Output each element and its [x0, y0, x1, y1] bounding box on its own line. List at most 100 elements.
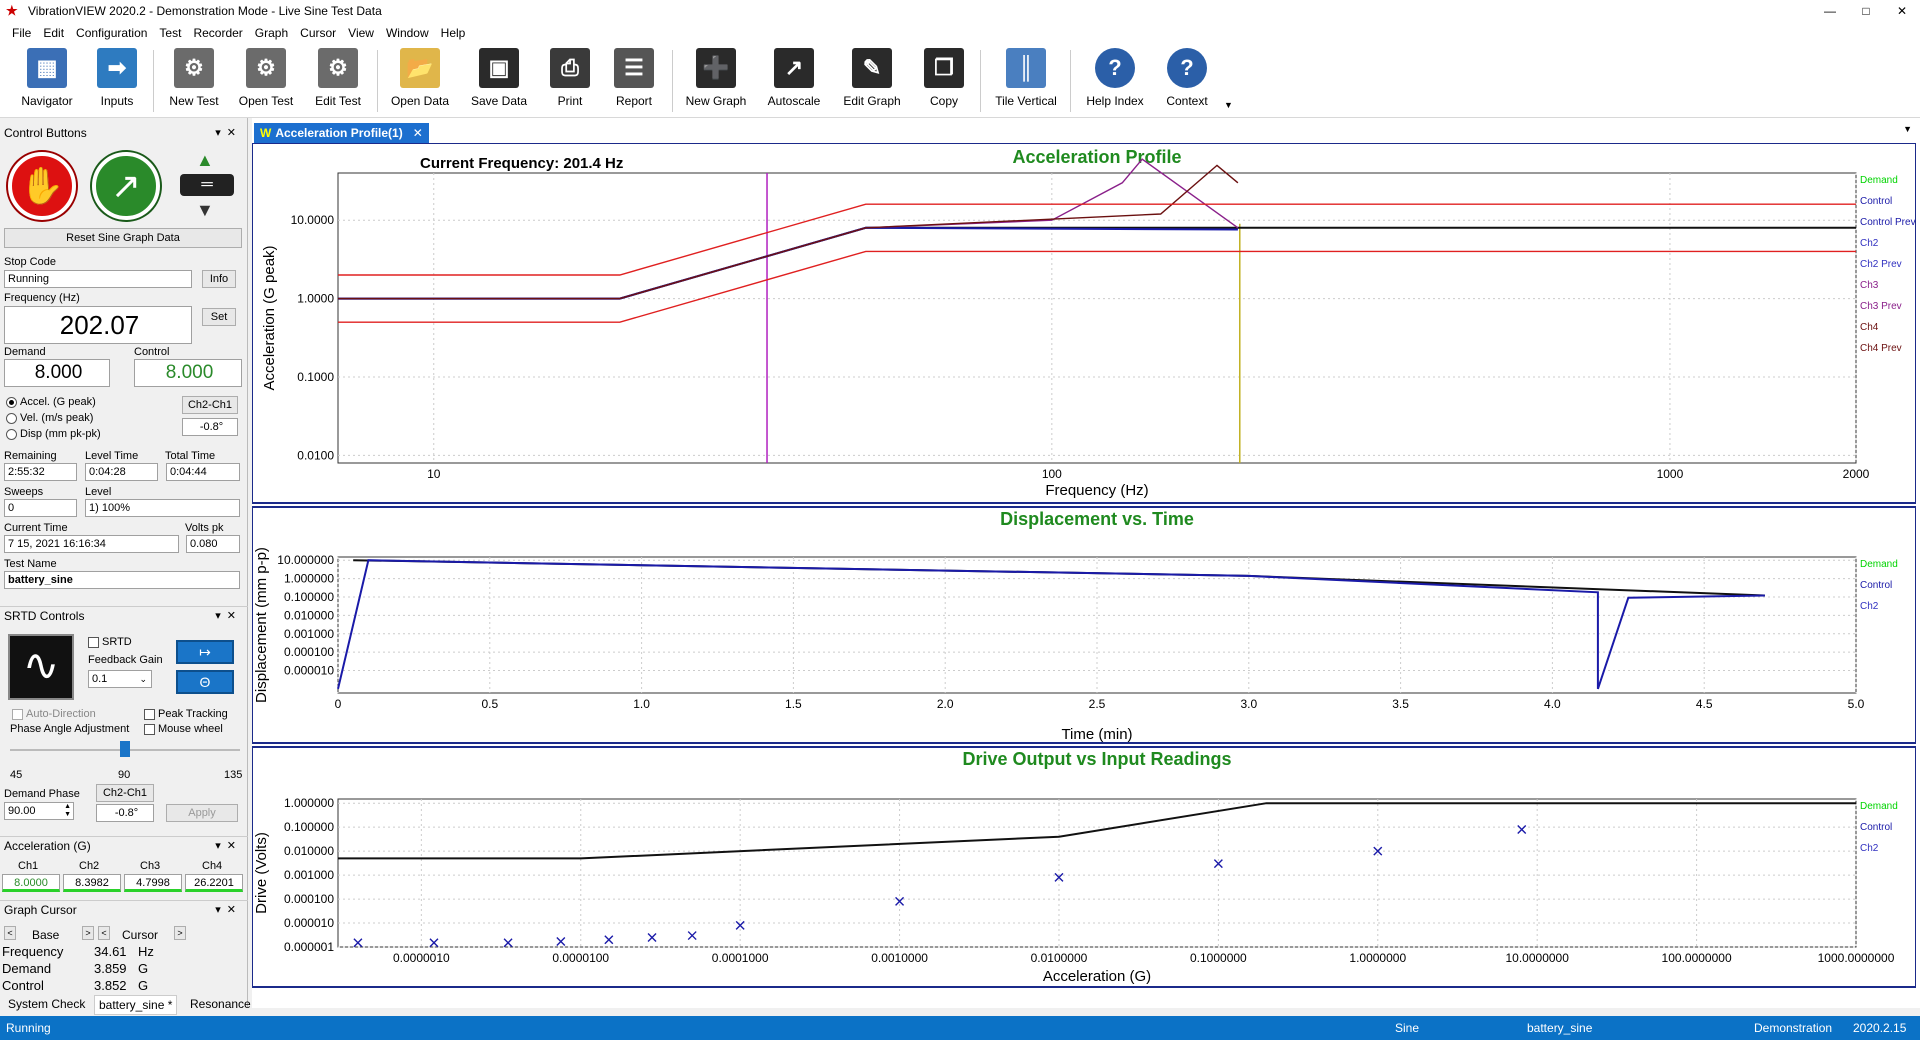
new-test-button[interactable]: ⚙ New Test: [156, 48, 232, 108]
base-next-button[interactable]: >: [82, 926, 94, 940]
menu-test[interactable]: Test: [159, 26, 181, 40]
base-prev-button[interactable]: <: [4, 926, 16, 940]
auto-direction-checkbox[interactable]: Auto-Direction: [12, 708, 96, 720]
tab-battery-sine[interactable]: battery_sine *: [94, 995, 178, 1015]
legend-entry: Control: [1860, 196, 1892, 207]
minimize-button[interactable]: —: [1812, 0, 1848, 22]
maximize-button[interactable]: □: [1848, 0, 1884, 22]
menu-file[interactable]: File: [12, 26, 31, 40]
menu-window[interactable]: Window: [386, 26, 429, 40]
inputs-button[interactable]: ➡ Inputs: [79, 48, 155, 108]
demand-phase-field[interactable]: 90.00 ▲ ▼: [4, 802, 74, 820]
base-label: Base: [32, 928, 60, 942]
menu-view[interactable]: View: [348, 26, 374, 40]
phase-shift-button[interactable]: Θ: [176, 670, 234, 694]
apply-button[interactable]: Apply: [166, 804, 238, 822]
open-data-button[interactable]: 📂 Open Data: [382, 48, 458, 108]
panel-pin-close-icon[interactable]: ▾✕: [215, 124, 242, 142]
ch1-label: Ch1: [18, 860, 39, 872]
legend-entry: Demand: [1860, 175, 1898, 186]
toolbar-separator: [153, 50, 154, 112]
phase-slider-thumb[interactable]: [120, 741, 130, 757]
x-tick-label: 3.0: [1240, 697, 1257, 711]
toolbar-overflow-icon[interactable]: ▼: [1224, 100, 1233, 110]
report-button[interactable]: ☰ Report: [596, 48, 672, 108]
y-tick-label: 1.000000: [284, 796, 334, 810]
graph-tab-icon: W: [260, 126, 272, 140]
y-tick-label: 10.000000: [277, 553, 334, 567]
start-button[interactable]: ↗: [92, 152, 160, 220]
level-down-icon[interactable]: ▼: [196, 200, 214, 221]
toolbar-separator: [377, 50, 378, 112]
tab-close-icon[interactable]: ✕: [413, 126, 423, 140]
tab-acceleration-profile[interactable]: W Acceleration Profile(1) ✕: [254, 123, 429, 143]
panel-pin-close-icon[interactable]: ▾✕: [215, 837, 242, 855]
navigator-icon: ▦: [27, 48, 67, 88]
srtd-toggle-button[interactable]: ∿: [8, 634, 74, 700]
plot-area: [337, 798, 1857, 948]
peak-tracking-checkbox[interactable]: Peak Tracking: [144, 708, 228, 720]
menu-graph[interactable]: Graph: [255, 26, 288, 40]
slider-tick-135: 135: [224, 769, 243, 781]
demand-phase-label: Demand Phase: [4, 788, 80, 800]
srtd-phase-display: -0.8°: [96, 804, 154, 822]
feedback-gain-select[interactable]: 0.1 ⌄: [88, 670, 152, 688]
frequency-label: Frequency (Hz): [4, 292, 80, 304]
mouse-wheel-checkbox[interactable]: Mouse wheel: [144, 723, 223, 735]
units-disp-radio[interactable]: Disp (mm pk-pk): [6, 428, 101, 440]
time-shift-button[interactable]: ↦: [176, 640, 234, 664]
menu-recorder[interactable]: Recorder: [193, 26, 242, 40]
y-tick-label: 10.0000: [291, 213, 335, 227]
graphs-svg[interactable]: Acceleration Profile Current Frequency: 2…: [252, 143, 1916, 989]
y-tick-label: 0.010000: [284, 844, 334, 858]
panel-pin-close-icon[interactable]: ▾✕: [215, 607, 242, 625]
units-vel-radio[interactable]: Vel. (m/s peak): [6, 412, 93, 424]
test-name-field: battery_sine: [4, 571, 240, 589]
context-help-button[interactable]: ? Context: [1149, 48, 1225, 108]
autoscale-button[interactable]: ↗ Autoscale: [756, 48, 832, 108]
demand-label: Demand: [4, 346, 46, 358]
menu-cursor[interactable]: Cursor: [300, 26, 336, 40]
x-tick-label: 0.5: [481, 697, 498, 711]
open-test-button[interactable]: ⚙ Open Test: [228, 48, 304, 108]
level-up-icon[interactable]: ▲: [196, 150, 214, 171]
panel-pin-close-icon[interactable]: ▾✕: [215, 901, 242, 919]
inputs-icon: ➡: [97, 48, 137, 88]
y-tick-label: 0.100000: [284, 590, 334, 604]
srtd-checkbox[interactable]: SRTD: [88, 636, 132, 648]
status-version: 2020.2.15: [1853, 1021, 1907, 1035]
info-button[interactable]: Info: [202, 270, 236, 288]
x-tick-label: 10.0000000: [1505, 951, 1569, 965]
spinner-arrows-icon[interactable]: ▲ ▼: [64, 803, 71, 819]
menu-configuration[interactable]: Configuration: [76, 26, 147, 40]
ch4-label: Ch4: [202, 860, 223, 872]
new-graph-button[interactable]: ➕ New Graph: [678, 48, 754, 108]
tab-system-check[interactable]: System Check: [4, 995, 89, 1013]
close-button[interactable]: ✕: [1884, 0, 1920, 22]
level-label: Level: [85, 486, 112, 498]
menu-help[interactable]: Help: [441, 26, 466, 40]
copy-button[interactable]: ❐ Copy: [906, 48, 982, 108]
cursor-prev-button[interactable]: <: [98, 926, 110, 940]
tile-vertical-button[interactable]: ║ Tile Vertical: [986, 48, 1066, 108]
legend-entry: Ch2: [1860, 238, 1879, 249]
hold-button[interactable]: ═: [180, 174, 234, 196]
open-test-gear-icon: ⚙: [246, 48, 286, 88]
stop-button[interactable]: ✋: [8, 152, 76, 220]
x-tick-label: 0.0000010: [393, 951, 450, 965]
x-tick-label: 0.0100000: [1031, 951, 1088, 965]
edit-test-button[interactable]: ⚙ Edit Test: [300, 48, 376, 108]
menu-edit[interactable]: Edit: [43, 26, 64, 40]
edit-graph-button[interactable]: ✎ Edit Graph: [834, 48, 910, 108]
navigator-button[interactable]: ▦ Navigator: [9, 48, 85, 108]
units-accel-radio[interactable]: Accel. (G peak): [6, 396, 96, 408]
tab-overflow-icon[interactable]: ▼: [1903, 124, 1912, 134]
set-frequency-button[interactable]: Set: [202, 308, 236, 326]
reset-sine-graph-button[interactable]: Reset Sine Graph Data: [4, 228, 242, 248]
graph-cursor-header: Graph Cursor ▾✕: [0, 900, 248, 918]
legend-entry: Ch4: [1860, 322, 1879, 333]
help-index-button[interactable]: ? Help Index: [1077, 48, 1153, 108]
cursor-next-button[interactable]: >: [174, 926, 186, 940]
y-tick-label: 0.1000: [297, 370, 334, 384]
save-data-button[interactable]: ▣ Save Data: [461, 48, 537, 108]
